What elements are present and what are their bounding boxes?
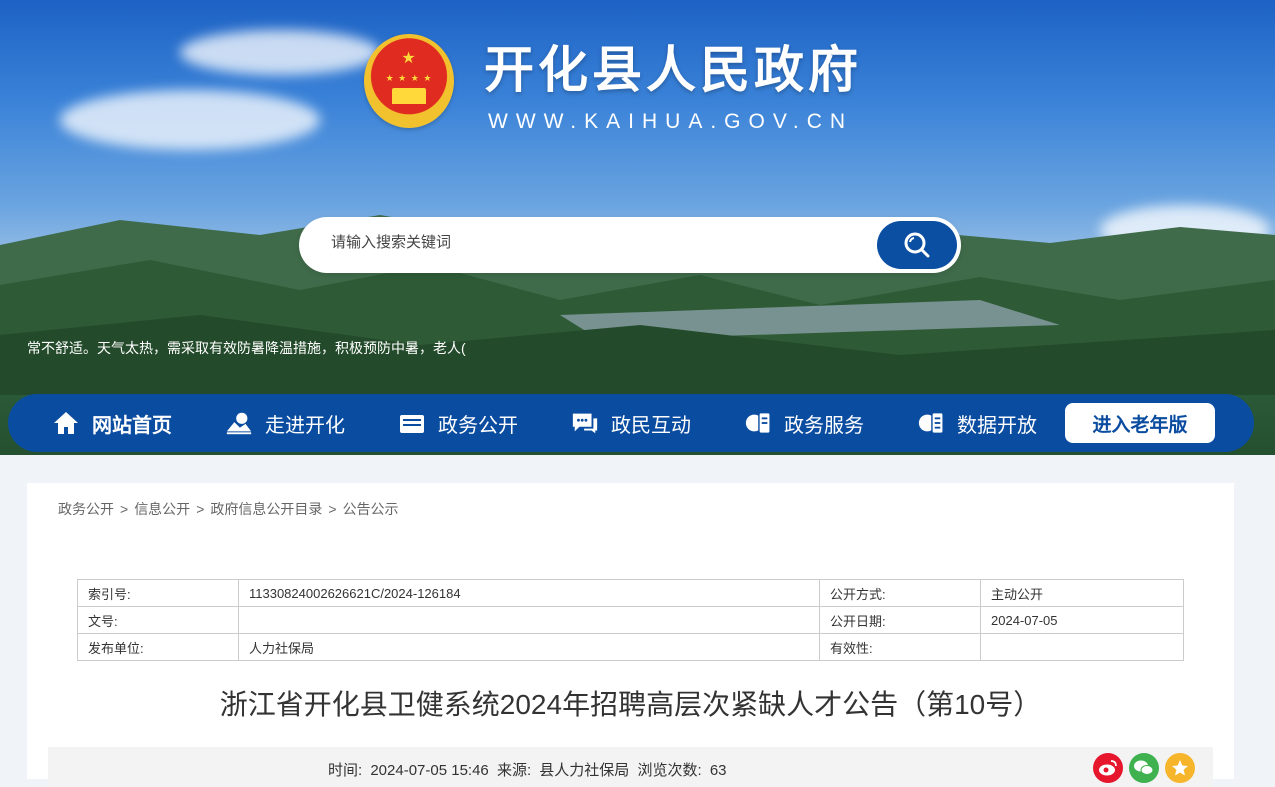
time-label: 时间:	[328, 762, 363, 779]
meta-value: 人力社保局	[238, 633, 820, 661]
breadcrumb-link[interactable]: 信息公开	[134, 501, 190, 517]
breadcrumb-separator: >	[196, 501, 205, 517]
nav-item-services[interactable]: 政务服务	[744, 394, 864, 452]
cloud	[180, 30, 380, 75]
views-value: 63	[709, 762, 727, 779]
time-value: 2024-07-05 15:46	[370, 762, 489, 779]
article-info: 时间: 2024-07-05 15:46 来源: 县人力社保局 浏览次数: 63	[328, 759, 731, 780]
elder-mode-button[interactable]: 进入老年版	[1065, 403, 1215, 443]
source-label: 来源:	[496, 762, 532, 779]
metadata-table: 索引号: 11330824002626621C/2024-126184 公开方式…	[77, 579, 1184, 661]
meta-label: 发布单位:	[77, 633, 239, 661]
meta-label: 公开日期:	[819, 606, 981, 634]
table-row: 文号: 公开日期: 2024-07-05	[77, 606, 1184, 634]
table-row: 索引号: 11330824002626621C/2024-126184 公开方式…	[77, 579, 1184, 607]
landscape-icon	[225, 409, 253, 437]
service-globe-icon	[744, 409, 772, 437]
data-globe-icon	[917, 409, 945, 437]
article-title: 浙江省开化县卫健系统2024年招聘高层次紧缺人才公告（第10号）	[219, 689, 1042, 720]
search-bar	[299, 217, 961, 273]
article-panel: 政务公开 > 信息公开 > 政府信息公开目录 > 公告公示 索引号: 11330824002…	[27, 483, 1234, 787]
views-label: 浏览次数:	[637, 762, 702, 779]
nav-label: 政务公开	[438, 414, 518, 437]
nav-label: 走进开化	[265, 414, 345, 437]
meta-label: 文号:	[77, 606, 239, 634]
search-input[interactable]	[329, 233, 853, 252]
nav-item-home[interactable]: 网站首页	[52, 394, 172, 452]
nav-label: 政民互动	[611, 414, 691, 437]
nav-label: 数据开放	[957, 414, 1037, 437]
header-banner: ★★ ★ ★ ★ 开化县人民政府 WWW.KAIHUA.GOV.CN 常不舒适。…	[0, 0, 1275, 455]
nav-item-gov-affairs[interactable]: 政务公开	[398, 394, 518, 452]
nav-label: 网站首页	[92, 414, 172, 437]
national-emblem-icon: ★ ★ ★ ★ ★	[364, 34, 454, 128]
meta-label: 公开方式:	[819, 579, 981, 607]
meta-label: 索引号:	[77, 579, 239, 607]
breadcrumb-link[interactable]: 政务公开	[58, 501, 114, 517]
meta-value	[238, 606, 820, 634]
folder-icon	[398, 409, 426, 437]
site-title: 开化县人民政府	[484, 42, 862, 98]
breadcrumb-separator: >	[120, 501, 129, 517]
chat-icon	[571, 409, 599, 437]
breadcrumb: 政务公开 > 信息公开 > 政府信息公开目录 > 公告公示	[58, 499, 399, 519]
nav-item-interaction[interactable]: 政民互动	[571, 394, 691, 452]
site-url: WWW.KAIHUA.GOV.CN	[488, 110, 854, 133]
main-nav: 网站首页 走进开化 政务公开 政民互动 政务服务 数据开放 进入老年版	[8, 394, 1254, 452]
breadcrumb-separator: >	[328, 501, 337, 517]
meta-value: 11330824002626621C/2024-126184	[238, 579, 820, 607]
nav-item-about[interactable]: 走进开化	[225, 394, 345, 452]
search-icon	[904, 232, 930, 258]
meta-value: 主动公开	[980, 579, 1184, 607]
notice-marquee[interactable]: 常不舒适。天气太热，需采取有效防暑降温措施，积极预防中暑，老人(	[27, 338, 494, 358]
breadcrumb-link[interactable]: 公告公示	[343, 501, 399, 517]
article-info-bar: 时间: 2024-07-05 15:46 来源: 县人力社保局 浏览次数: 63	[48, 747, 1213, 787]
table-row: 发布单位: 人力社保局 有效性:	[77, 633, 1184, 661]
meta-value	[980, 633, 1184, 661]
source-value: 县人力社保局	[539, 762, 630, 779]
meta-value: 2024-07-05	[980, 606, 1184, 634]
search-button[interactable]	[877, 221, 957, 269]
meta-label: 有效性:	[819, 633, 981, 661]
home-icon	[52, 409, 80, 437]
breadcrumb-link[interactable]: 政府信息公开目录	[210, 501, 322, 517]
nav-label: 政务服务	[784, 414, 864, 437]
cloud	[60, 90, 320, 150]
nav-item-open-data[interactable]: 数据开放	[917, 394, 1037, 452]
